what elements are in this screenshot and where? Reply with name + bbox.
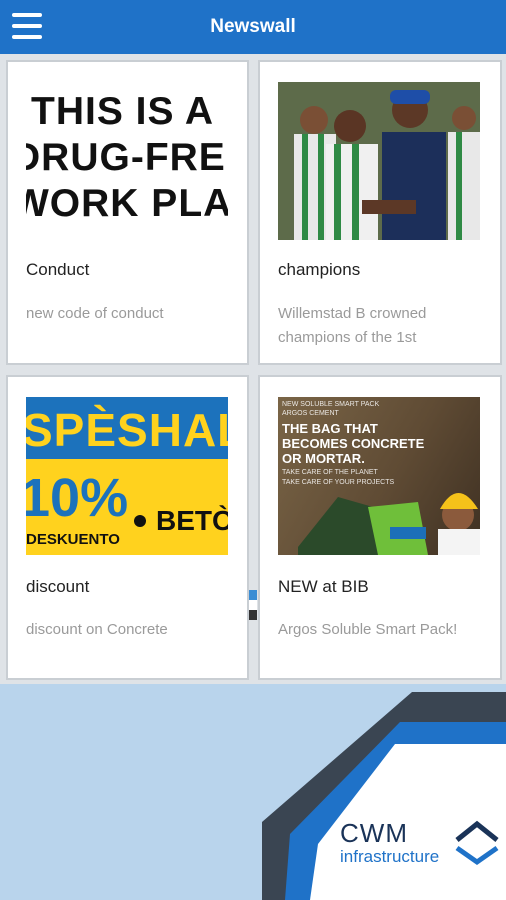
scroll-indicator — [249, 590, 257, 620]
card-title: Conduct — [26, 260, 90, 279]
card-image-drug-free: THIS IS A DRUG-FREE WORK PLACE — [26, 82, 228, 240]
ad-bullet — [134, 515, 146, 527]
card-image-discount-ad: SPÈSHAL 10% BETÒ DESKUENTO — [26, 397, 228, 555]
news-card-discount[interactable]: SPÈSHAL 10% BETÒ DESKUENTO discount disc… — [6, 375, 249, 680]
ad-subtext: DESKUENTO — [26, 531, 120, 548]
hexagon-graphic — [262, 692, 506, 900]
brand-name: CWM — [340, 818, 408, 848]
card-title: champions — [278, 260, 361, 279]
app-header: Newswall — [0, 0, 506, 54]
page-title: Newswall — [210, 16, 296, 37]
card-description: Argos Soluble Smart Pack! — [278, 621, 458, 638]
ad-headline: SPÈSHAL — [26, 404, 228, 456]
team-photo-illustration — [278, 82, 480, 240]
branding-area — [0, 684, 506, 900]
card-description: Willemstad B crowned champions of the 1s… — [278, 305, 427, 346]
card-description: new code of conduct — [26, 305, 164, 322]
card-image-champions-photo — [278, 82, 480, 240]
ad-product: BETÒ — [156, 505, 228, 536]
card-image-smart-pack-ad: NEW SOLUBLE SMART PACK ARGOS CEMENT THE … — [278, 397, 480, 555]
image-text-line: DRUG-FREE — [26, 136, 228, 179]
worker-illustration — [298, 493, 480, 555]
brand-logo: CWM infrastructure — [340, 818, 439, 867]
image-text-line: THIS IS A — [31, 90, 215, 133]
card-title: discount — [26, 577, 90, 596]
brand-subtitle: infrastructure — [340, 847, 440, 866]
ad-percent: 10% — [26, 468, 129, 528]
news-card-champions[interactable]: champions Willemstad B crowned champions… — [258, 60, 502, 365]
image-text-line: WORK PLACE — [26, 182, 228, 225]
news-card-new-at-bib[interactable]: NEW SOLUBLE SMART PACK ARGOS CEMENT THE … — [258, 375, 502, 680]
news-card-conduct[interactable]: THIS IS A DRUG-FREE WORK PLACE Conduct n… — [6, 60, 249, 365]
card-description: discount on Concrete — [26, 621, 168, 638]
card-title: NEW at BIB — [278, 577, 369, 596]
cwm-logo-icon — [455, 820, 499, 866]
